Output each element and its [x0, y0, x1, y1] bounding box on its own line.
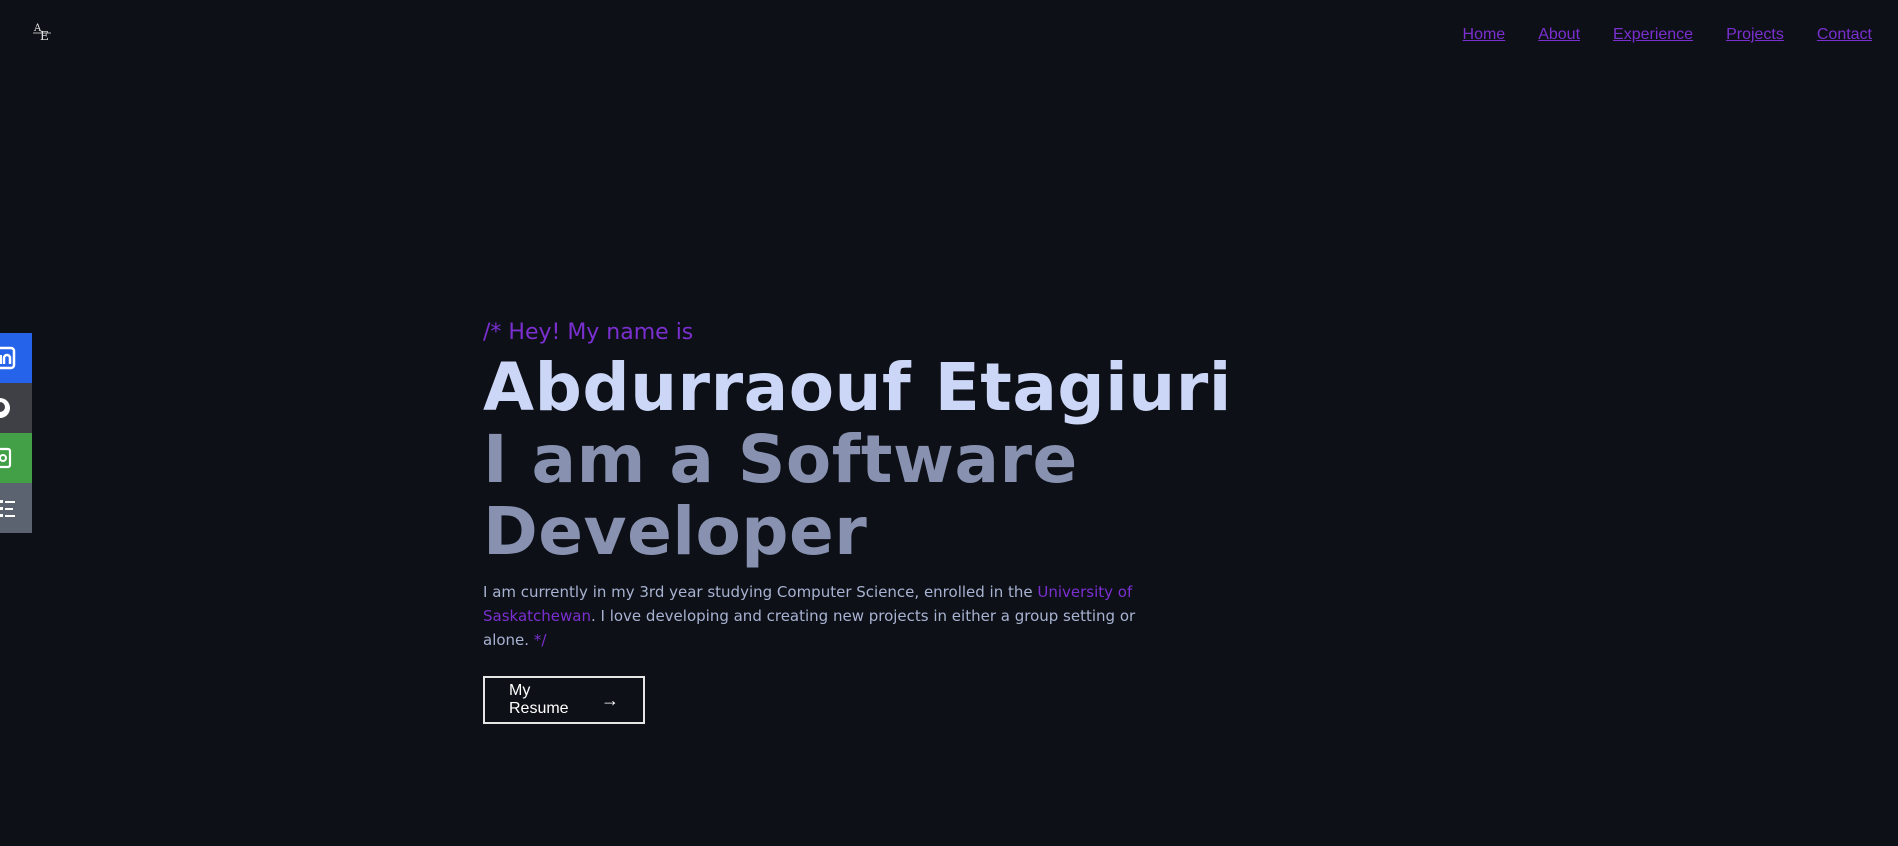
logo-icon: A E	[33, 23, 51, 43]
social-email-link[interactable]	[0, 433, 32, 483]
linkedin-icon	[0, 346, 16, 370]
main-nav: Home About Experience Projects Contact	[1463, 26, 1872, 44]
social-github-link[interactable]	[0, 383, 32, 433]
arrow-right-icon: →	[601, 689, 619, 710]
my-resume-button[interactable]: My Resume →	[483, 676, 645, 724]
social-linkedin-link[interactable]	[0, 333, 32, 383]
email-icon	[0, 447, 12, 469]
social-sidebar	[0, 333, 32, 533]
nav-experience[interactable]: Experience	[1613, 26, 1693, 44]
hero-name: Abdurraouf Etagiuri	[483, 349, 1232, 426]
github-icon	[0, 398, 10, 418]
nav-home[interactable]: Home	[1463, 26, 1506, 44]
hero-description: I am currently in my 3rd year studying C…	[483, 580, 1183, 652]
hero-role: I am a Software Developer	[483, 421, 1078, 570]
page: A E Home About Experience Projects Conta…	[0, 0, 1898, 846]
nav-about[interactable]: About	[1538, 26, 1580, 44]
hero-description-prefix: I am currently in my 3rd year studying C…	[483, 583, 1038, 601]
nav-projects[interactable]: Projects	[1726, 26, 1784, 44]
social-resume-link[interactable]	[0, 483, 32, 533]
svg-text:E: E	[40, 29, 49, 43]
nav-contact[interactable]: Contact	[1817, 26, 1872, 44]
my-resume-label: My Resume	[509, 682, 569, 717]
hero-section: /* Hey! My name is Abdurraouf Etagiuri I…	[483, 318, 1483, 724]
logo[interactable]: A E	[30, 20, 54, 44]
hero-intro: /* Hey! My name is	[483, 320, 694, 345]
resume-icon	[0, 500, 15, 517]
comment-close: */	[533, 631, 547, 649]
